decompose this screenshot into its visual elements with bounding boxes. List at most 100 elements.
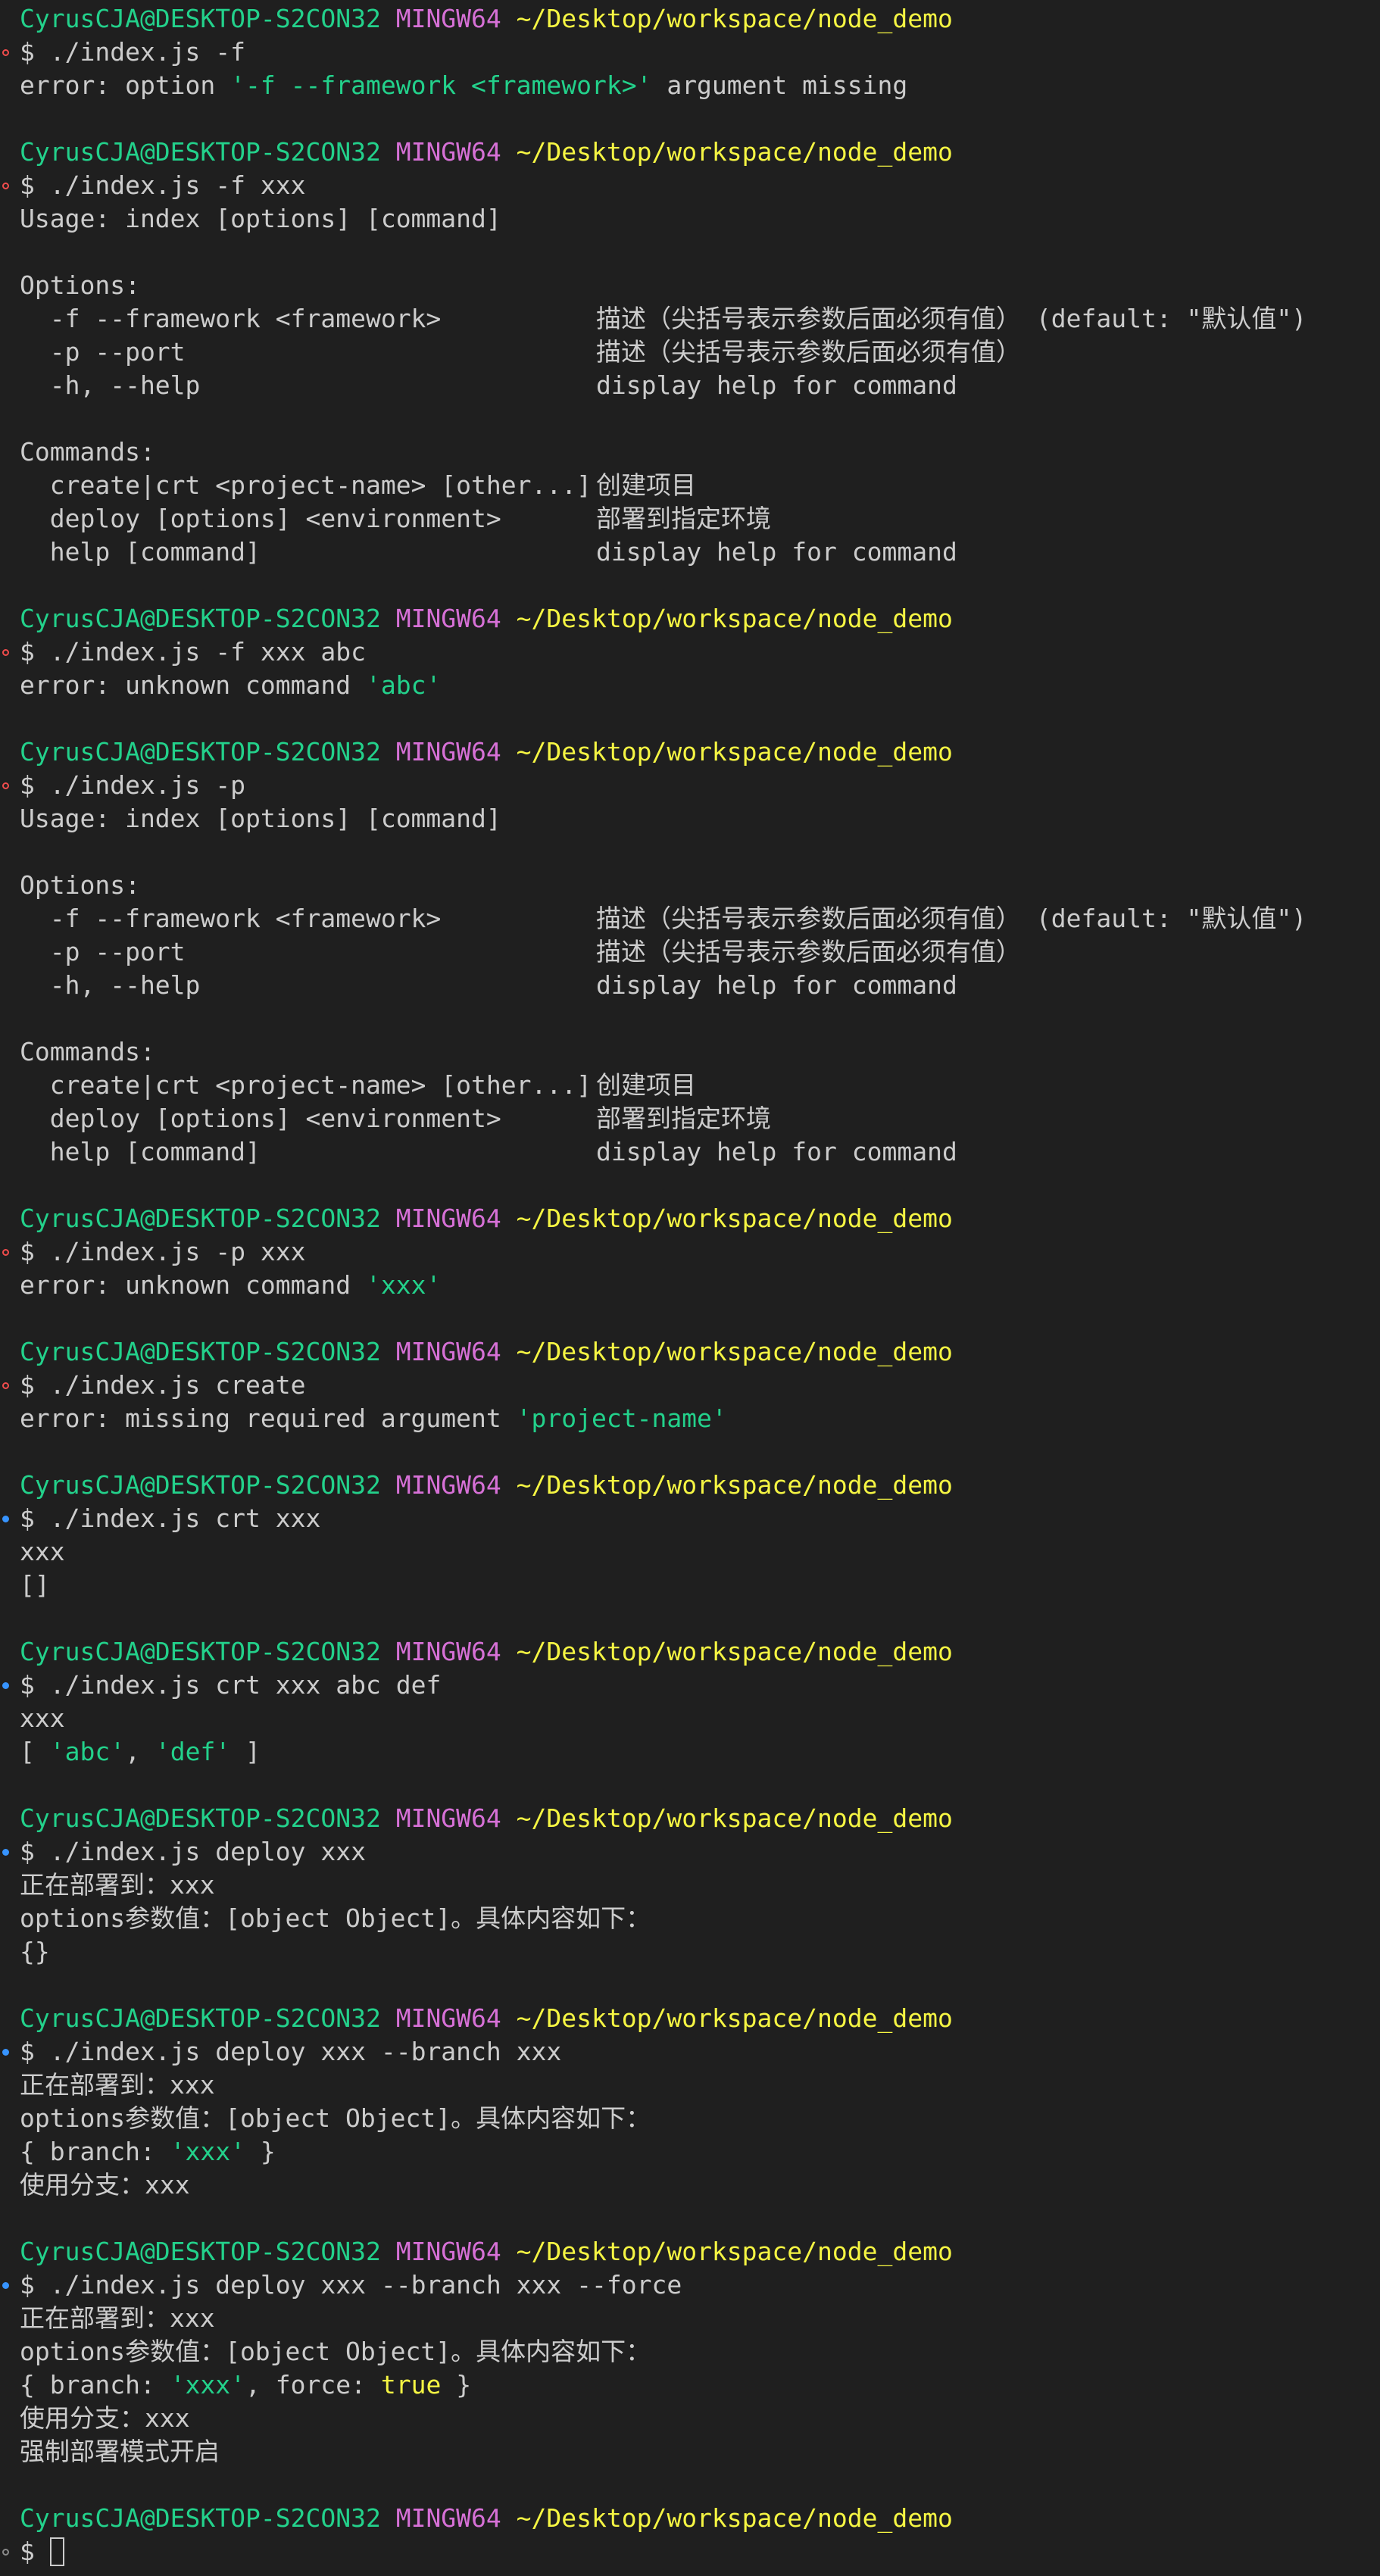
prompt: CyrusCJA@DESKTOP-S2CON32 MINGW64 ~/Deskt…: [20, 2002, 953, 2035]
prompt-path: ~/Desktop/workspace/node_demo: [516, 737, 953, 767]
string-token: 'project-name': [516, 1404, 727, 1433]
command-status-icon: [2, 2282, 9, 2289]
help-option-desc: display help for command: [596, 970, 957, 1000]
help-option-flag: -h, --help: [20, 370, 201, 400]
help-command-name: help [command]: [20, 537, 261, 567]
prompt-symbol: $: [20, 1237, 35, 1266]
prompt-symbol: $: [20, 770, 35, 800]
command-text: ./index.js -f xxx: [49, 170, 306, 200]
help-options-header-text: Options:: [20, 270, 140, 300]
boolean-token: true: [380, 2370, 442, 2400]
output-text: error: unknown command 'abc': [20, 670, 442, 700]
command-text: ./index.js deploy xxx --branch xxx --for…: [49, 2270, 682, 2300]
prompt: CyrusCJA@DESKTOP-S2CON32 MINGW64 ~/Deskt…: [20, 1335, 953, 1369]
prompt-path: ~/Desktop/workspace/node_demo: [516, 604, 953, 633]
prompt: CyrusCJA@DESKTOP-S2CON32 MINGW64 ~/Deskt…: [20, 1635, 953, 1669]
prompt-symbol: $: [20, 2537, 35, 2566]
command-text: ./index.js crt xxx abc def: [49, 1670, 442, 1700]
prompt-user: CyrusCJA@DESKTOP-S2CON32: [20, 604, 381, 633]
command: $ ./index.js -p: [20, 769, 245, 802]
prompt: CyrusCJA@DESKTOP-S2CON32 MINGW64 ~/Deskt…: [20, 1469, 953, 1502]
command-status-icon: [2, 1849, 9, 1856]
command-text: ./index.js crt xxx: [49, 1503, 321, 1533]
output-text: { branch: 'xxx', force: true }: [20, 2370, 472, 2400]
terminal-output[interactable]: CyrusCJA@DESKTOP-S2CON32 MINGW64 ~/Deskt…: [0, 0, 1380, 2576]
output-text: options参数值：[object Object]。具体内容如下：: [20, 2337, 651, 2366]
prompt-system: MINGW64: [395, 1803, 501, 1833]
help-option-flag: -p --port: [20, 937, 186, 966]
prompt-path: ~/Desktop/workspace/node_demo: [516, 1337, 953, 1366]
prompt-user: CyrusCJA@DESKTOP-S2CON32: [20, 2237, 381, 2266]
help-options-header-text: Options:: [20, 870, 140, 900]
string-token: 'def': [155, 1737, 231, 1766]
output-text: { branch: 'xxx' }: [20, 2137, 276, 2166]
prompt-system: MINGW64: [395, 1637, 501, 1666]
string-token: 'xxx': [170, 2137, 246, 2166]
command: $ ./index.js -f xxx: [20, 169, 306, 202]
prompt-path: ~/Desktop/workspace/node_demo: [516, 1470, 953, 1500]
command-text: ./index.js -p: [49, 770, 246, 800]
prompt-system: MINGW64: [395, 2237, 501, 2266]
prompt: CyrusCJA@DESKTOP-S2CON32 MINGW64 ~/Deskt…: [20, 2502, 953, 2535]
help-command-name: deploy [options] <environment>: [20, 1104, 501, 1133]
prompt-path: ~/Desktop/workspace/node_demo: [516, 4, 953, 33]
prompt-symbol: $: [20, 1370, 35, 1400]
help-command-name: deploy [options] <environment>: [20, 504, 501, 533]
command-text: ./index.js -p xxx: [49, 1237, 306, 1266]
command: $ ./index.js -f: [20, 36, 245, 69]
prompt-path: ~/Desktop/workspace/node_demo: [516, 1637, 953, 1666]
prompt-system: MINGW64: [395, 604, 501, 633]
help-command-desc: 部署到指定环境: [596, 504, 771, 533]
help-option-flag: -h, --help: [20, 970, 201, 1000]
prompt-user: CyrusCJA@DESKTOP-S2CON32: [20, 137, 381, 167]
output-text: options参数值：[object Object]。具体内容如下：: [20, 1903, 651, 1933]
prompt-symbol: $: [20, 170, 35, 200]
prompt-user: CyrusCJA@DESKTOP-S2CON32: [20, 1637, 381, 1666]
command-status-icon: [2, 183, 9, 189]
prompt-symbol: $: [20, 1670, 35, 1700]
command-status-icon: [2, 1682, 9, 1689]
command-text: ./index.js create: [49, 1370, 306, 1400]
command-status-icon: [2, 1516, 9, 1522]
command-status-icon: [2, 49, 9, 56]
command: $: [20, 2535, 64, 2568]
prompt-user: CyrusCJA@DESKTOP-S2CON32: [20, 1337, 381, 1366]
prompt-system: MINGW64: [395, 1470, 501, 1500]
help-option-desc: 描述（尖括号表示参数后面必须有值）: [596, 337, 1021, 367]
help-option-flag: -f --framework <framework>: [20, 304, 442, 333]
help-command-desc: 创建项目: [596, 1070, 696, 1100]
command-text: ./index.js -f: [49, 37, 246, 67]
command-status-icon: [2, 1382, 9, 1389]
prompt-system: MINGW64: [395, 2503, 501, 2533]
help-commands-header-text: Commands:: [20, 1037, 155, 1066]
help-usage-text: Usage: index [options] [command]: [20, 204, 501, 233]
string-token: 'abc': [49, 1737, 126, 1766]
prompt: CyrusCJA@DESKTOP-S2CON32 MINGW64 ~/Deskt…: [20, 2, 953, 36]
command: $ ./index.js -p xxx: [20, 1235, 306, 1269]
prompt: CyrusCJA@DESKTOP-S2CON32 MINGW64 ~/Deskt…: [20, 1802, 953, 1835]
text-cursor[interactable]: [49, 2537, 64, 2566]
command: $ ./index.js deploy xxx: [20, 1835, 366, 1869]
help-command-name: create|crt <project-name> [other...]: [20, 470, 592, 500]
command-status-icon: [2, 2049, 9, 2056]
prompt: CyrusCJA@DESKTOP-S2CON32 MINGW64 ~/Deskt…: [20, 735, 953, 769]
help-commands-header-text: Commands:: [20, 437, 155, 467]
prompt-symbol: $: [20, 2037, 35, 2066]
prompt-symbol: $: [20, 37, 35, 67]
help-option-desc: 描述（尖括号表示参数后面必须有值） (default: "默认值"): [596, 904, 1307, 933]
prompt: CyrusCJA@DESKTOP-S2CON32 MINGW64 ~/Deskt…: [20, 1202, 953, 1235]
output-text: {}: [20, 1937, 50, 1966]
output-text: 使用分支：xxx: [20, 2170, 190, 2200]
command-status-icon: [2, 1249, 9, 1256]
output-text: 强制部署模式开启: [20, 2437, 220, 2466]
prompt-path: ~/Desktop/workspace/node_demo: [516, 2237, 953, 2266]
command: $ ./index.js crt xxx abc def: [20, 1669, 441, 1702]
prompt-user: CyrusCJA@DESKTOP-S2CON32: [20, 2003, 381, 2033]
output-text: xxx: [20, 1537, 65, 1566]
prompt-system: MINGW64: [395, 1204, 501, 1233]
command-status-icon: [2, 2549, 9, 2556]
string-token: 'xxx': [170, 2370, 246, 2400]
output-text: 正在部署到：xxx: [20, 2070, 215, 2100]
help-command-desc: display help for command: [596, 1137, 957, 1166]
command-text: ./index.js deploy xxx: [49, 1837, 366, 1866]
